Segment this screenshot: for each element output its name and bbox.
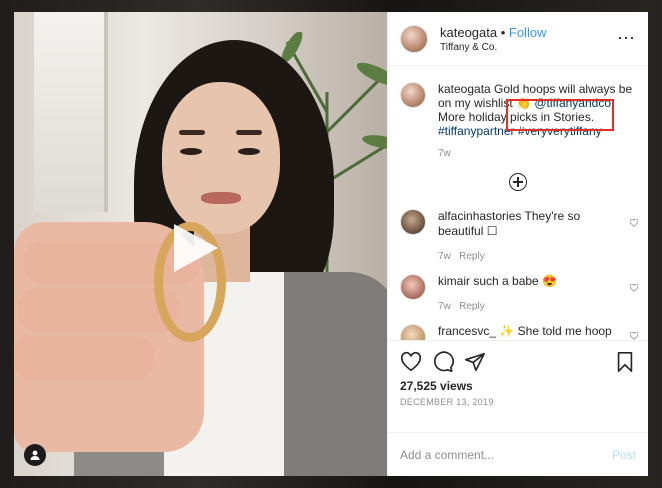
post-actions: 27,525 views DECEMBER 13, 2019 [388, 340, 648, 432]
comment-username[interactable]: francesvc_ [438, 324, 496, 338]
comment-body: francesvc_ ✨ She told me hoop [438, 324, 618, 340]
comment-item: alfacinhastories They're so beautiful ☐ … [388, 199, 648, 264]
comment-body: alfacinhastories They're so beautiful ☐ … [438, 209, 618, 264]
reply-button[interactable]: Reply [459, 251, 485, 262]
comment-text: such a babe 😍 [473, 274, 558, 288]
comment-item: francesvc_ ✨ She told me hoop [388, 314, 648, 340]
heart-icon[interactable] [400, 351, 422, 373]
comment-heart-icon[interactable] [630, 219, 638, 227]
eye-left [180, 148, 202, 155]
header-separator: • [497, 24, 509, 40]
comment-body: kimair such a babe 😍 7w Reply [438, 274, 618, 314]
comment-avatar[interactable] [400, 274, 426, 300]
comment-avatar[interactable] [400, 324, 426, 340]
play-icon[interactable] [174, 224, 218, 272]
comment-username[interactable]: alfacinhastories [438, 209, 521, 223]
view-count[interactable]: 27,525 views [400, 379, 636, 393]
comment-username[interactable]: kimair [438, 274, 470, 288]
comment-meta: 7w Reply [438, 299, 618, 314]
eye-right [238, 148, 260, 155]
comment-icon[interactable] [432, 351, 454, 373]
more-icon[interactable]: ⋯ [617, 28, 636, 49]
comment-composer: Add a comment... Post [388, 432, 648, 476]
comment-item: kimair such a babe 😍 7w Reply [388, 264, 648, 314]
comment-input[interactable]: Add a comment... [400, 448, 494, 462]
author-avatar[interactable] [400, 24, 428, 53]
comments-scroll[interactable]: kateogata Gold hoops will always be on m… [388, 66, 648, 340]
share-icon[interactable] [464, 351, 486, 373]
caption-username[interactable]: kateogata [438, 82, 491, 96]
comment-text: ✨ She told me hoop [499, 324, 612, 338]
highlight-box [506, 99, 614, 131]
comment-age: 7w [438, 251, 451, 262]
brow-right [236, 130, 262, 135]
post-comment-button[interactable]: Post [612, 448, 636, 462]
finger-3 [14, 336, 154, 380]
reply-button[interactable]: Reply [459, 301, 485, 312]
comment-heart-icon[interactable] [630, 284, 638, 292]
comment-meta: 7w Reply [438, 249, 618, 264]
lips [201, 192, 241, 204]
post-video[interactable] [14, 12, 387, 476]
post-header: kateogata • Follow Tiffany & Co. ⋯ [388, 12, 648, 66]
load-more [388, 173, 648, 191]
brow-left [179, 130, 205, 135]
post-modal: kateogata • Follow Tiffany & Co. ⋯ kateo… [14, 12, 648, 476]
post-sidebar: kateogata • Follow Tiffany & Co. ⋯ kateo… [387, 12, 648, 476]
comment-heart-icon[interactable] [630, 332, 638, 340]
video-window [34, 12, 108, 212]
face [162, 82, 280, 234]
comment-avatar[interactable] [400, 209, 426, 235]
caption-avatar[interactable] [400, 82, 426, 108]
load-more-icon[interactable] [509, 173, 527, 191]
author-info: kateogata • Follow Tiffany & Co. [440, 24, 546, 54]
save-icon[interactable] [614, 351, 636, 373]
comment-age: 7w [438, 301, 451, 312]
post-date: DECEMBER 13, 2019 [400, 397, 494, 407]
post-location[interactable]: Tiffany & Co. [440, 42, 546, 54]
author-username[interactable]: kateogata [440, 25, 497, 40]
user-tag-icon[interactable] [24, 444, 46, 466]
action-icons [400, 351, 636, 373]
caption-age: 7w [438, 148, 451, 159]
follow-button[interactable]: Follow [509, 25, 547, 40]
